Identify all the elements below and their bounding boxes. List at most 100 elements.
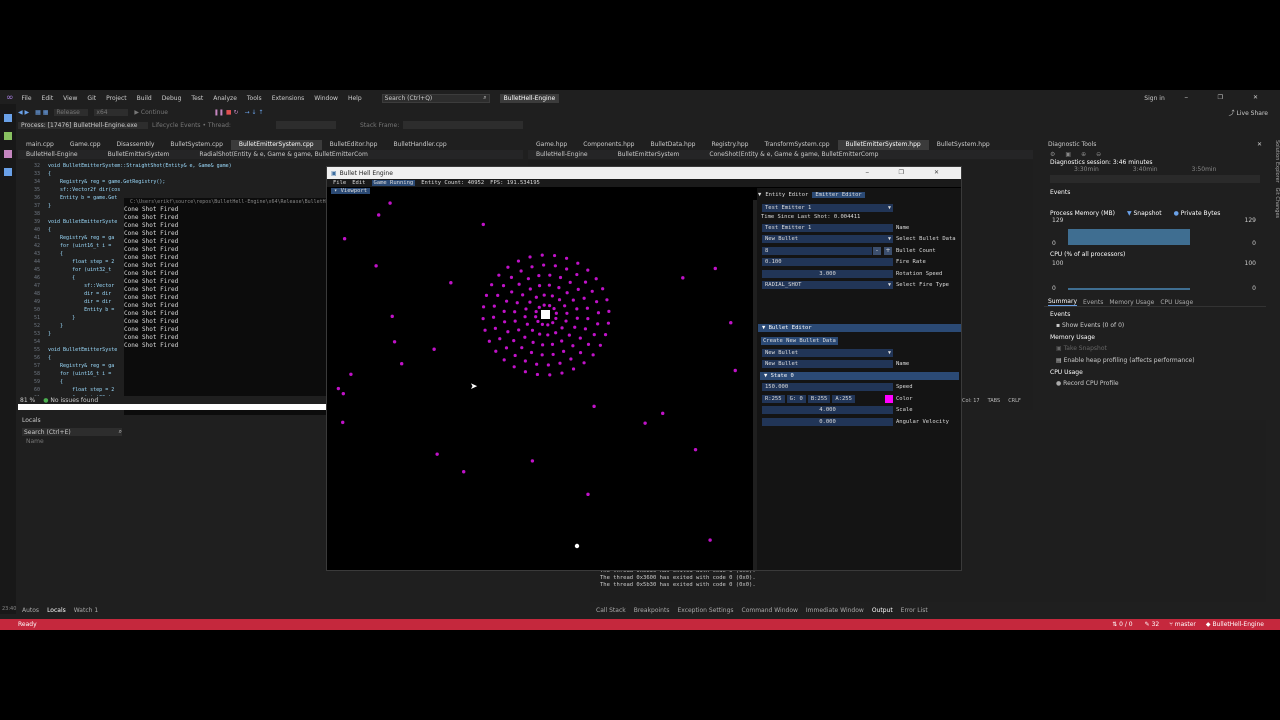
save-icon[interactable]: ▦ ▦ (35, 109, 48, 116)
tab-collapse-icon[interactable]: ▼ (758, 192, 761, 198)
bottom-tab[interactable]: Watch 1 (74, 607, 98, 614)
diag-tab[interactable]: CPU Usage (1160, 299, 1193, 306)
close-icon[interactable]: ✕ (1257, 141, 1262, 148)
editor-tab[interactable]: TransformSystem.cpp (757, 140, 838, 150)
menu-file[interactable]: File (22, 95, 32, 102)
diag-tab[interactable]: Events (1083, 299, 1103, 306)
record-cpu-button[interactable]: ● Record CPU Profile (1044, 380, 1266, 387)
color-r-input[interactable]: R:255 (762, 395, 785, 403)
emitter-select[interactable]: Test Emitter 1 ▼ (762, 204, 893, 212)
game-menu-edit[interactable]: Edit (352, 180, 365, 186)
zoom-out-icon[interactable]: ⊖ (1096, 151, 1101, 158)
color-a-input[interactable]: A:255 (832, 395, 855, 403)
bottom-tab[interactable]: Exception Settings (677, 607, 733, 614)
viewport-splitter[interactable] (753, 200, 757, 570)
git-icon[interactable] (4, 150, 12, 158)
sign-in-link[interactable]: Sign in (1144, 95, 1164, 102)
create-bullet-button[interactable]: Create New Bullet Data (761, 337, 838, 345)
live-share-button[interactable]: ⤴ Live Share (1229, 108, 1268, 117)
menu-build[interactable]: Build (137, 95, 152, 102)
state-0-header[interactable]: ▼ State 0 (760, 372, 959, 380)
vs-search-box[interactable]: Search (Ctrl+Q) ⌕ (381, 93, 490, 103)
locals-search[interactable]: Search (Ctrl+E) ⌕ (22, 428, 122, 436)
editor-tab[interactable]: BulletData.hpp (643, 140, 704, 150)
tabs-info[interactable]: TABS (988, 398, 1001, 404)
menu-window[interactable]: Window (314, 95, 338, 102)
nav-dropdown[interactable]: BulletEmitterSystem (618, 151, 680, 158)
solution-explorer-tab[interactable]: Solution Explorer (1274, 140, 1280, 183)
nav-dropdown[interactable]: BulletHell-Engine (26, 151, 78, 158)
emitter-name-input[interactable]: Test Emitter 1 (762, 224, 893, 232)
bottom-tab[interactable]: Breakpoints (634, 607, 670, 614)
color-swatch[interactable] (885, 395, 893, 403)
debug-controls[interactable]: ❚❚ ■ ↻ (214, 109, 239, 116)
menu-tools[interactable]: Tools (247, 95, 262, 102)
bottom-tab[interactable]: Locals (47, 607, 66, 614)
speed-input[interactable]: 150.000 (762, 383, 893, 391)
take-snapshot-button[interactable]: ▣ Take Snapshot (1044, 345, 1266, 352)
nav-dropdown[interactable]: RadialShot(Entity & e, Game & game, Bull… (199, 151, 367, 158)
nav-dropdown[interactable]: ConeShot(Entity & e, Game & game, Bullet… (709, 151, 878, 158)
heap-profiling-toggle[interactable]: ▤ Enable heap profiling (affects perform… (1044, 357, 1266, 364)
editor-tab[interactable]: BulletEmitterSystem.cpp (230, 140, 322, 150)
status-repo[interactable]: ◆ BulletHell-Engine (1206, 621, 1264, 628)
menu-extensions[interactable]: Extensions (272, 95, 305, 102)
zoom-in-icon[interactable]: ⊕ (1081, 151, 1086, 158)
editor-tab[interactable]: BulletSystem.cpp (162, 140, 231, 150)
thread-dropdown[interactable] (276, 121, 336, 129)
nav-dropdown[interactable]: BulletHell-Engine (536, 151, 588, 158)
menu-debug[interactable]: Debug (162, 95, 182, 102)
git-changes-tab[interactable]: Git Changes (1274, 188, 1280, 219)
continue-button[interactable]: ▶ Continue (134, 109, 168, 116)
nav-dropdown[interactable]: BulletEmitterSystem (108, 151, 170, 158)
editor-tab[interactable]: Components.hpp (575, 140, 642, 150)
status-errors[interactable]: ⇅ 0 / 0 (1112, 621, 1132, 628)
status-branch[interactable]: ⑂ master (1169, 621, 1196, 628)
menu-test[interactable]: Test (191, 95, 203, 102)
bullet-count-input[interactable]: 8 (762, 247, 872, 255)
game-viewport[interactable] (327, 200, 755, 570)
bottom-tab[interactable]: Call Stack (596, 607, 626, 614)
fire-rate-input[interactable]: 0.100 (762, 258, 893, 266)
tab-emitter-editor[interactable]: Emitter Editor (812, 191, 865, 198)
bullet-select[interactable]: New Bullet ▼ (762, 349, 893, 357)
bullet-name-input[interactable]: New Bullet (762, 360, 893, 368)
status-lines[interactable]: ✎ 32 (1145, 621, 1160, 628)
decrement-button[interactable]: - (873, 247, 881, 255)
bottom-tab[interactable]: Immediate Window (806, 607, 864, 614)
tab-entity-editor[interactable]: Entity Editor (765, 192, 808, 198)
editor-tab[interactable]: BulletSystem.hpp (929, 140, 998, 150)
game-menu-file[interactable]: File (333, 180, 346, 186)
zoom-level[interactable]: 81 % (20, 397, 35, 404)
show-events-link[interactable]: ▪ Show Events (0 of 0) (1044, 322, 1266, 329)
release-dropdown[interactable]: Release (54, 108, 89, 116)
scale-slider[interactable]: 4.000 (762, 406, 893, 414)
step-icons[interactable]: → ↓ ↑ (244, 109, 263, 116)
editor-tab[interactable]: BulletEmitterSystem.hpp (837, 140, 929, 150)
bullet-editor-header[interactable]: ▼ Bullet Editor (758, 324, 961, 332)
editor-tab[interactable]: BulletEditor.hpp (322, 140, 386, 150)
rotation-speed-slider[interactable]: 3.000 (762, 270, 893, 278)
editor-tab[interactable]: Disassembly (109, 140, 163, 150)
menu-project[interactable]: Project (106, 95, 127, 102)
increment-button[interactable]: + (884, 247, 892, 255)
editor-tab[interactable]: Game.cpp (62, 140, 109, 150)
color-g-input[interactable]: G: 0 (786, 395, 806, 403)
stack-frame-dropdown[interactable] (403, 121, 524, 129)
game-menu-running[interactable]: Game Running (371, 180, 416, 186)
menu-analyze[interactable]: Analyze (213, 95, 237, 102)
server-icon[interactable] (4, 132, 12, 140)
process-selector[interactable]: Process: [17476] BulletHell-Engine.exe (18, 121, 148, 129)
bottom-tab[interactable]: Autos (22, 607, 39, 614)
menu-git[interactable]: Git (87, 95, 96, 102)
line-ending[interactable]: CRLF (1008, 398, 1021, 404)
bottom-tab[interactable]: Command Window (742, 607, 798, 614)
select-icon[interactable]: ▣ (1065, 151, 1071, 158)
nav-back-icon[interactable]: ◀ ▶ (18, 109, 29, 116)
game-window-controls[interactable]: ⎯ ❐ ✕ (866, 169, 953, 177)
horizontal-scrollbar[interactable] (18, 404, 328, 410)
editor-tab[interactable]: BulletHandler.cpp (385, 140, 454, 150)
toolbox-icon[interactable] (4, 114, 12, 122)
fire-type-select[interactable]: RADIAL_SHOT ▼ (762, 281, 893, 289)
platform-dropdown[interactable]: x64 (94, 108, 129, 116)
